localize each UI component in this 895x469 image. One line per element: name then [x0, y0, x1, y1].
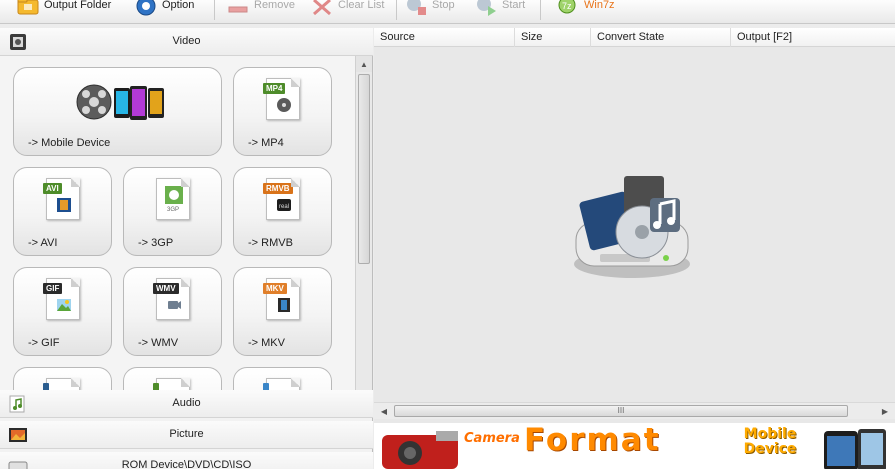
clear-list-icon [310, 0, 334, 16]
mkv-tag: MKV [263, 283, 287, 294]
tile-gif[interactable]: GIF -> GIF [13, 267, 112, 356]
main-toolbar: Output Folder Option Remove Clear List S… [0, 0, 895, 24]
category-rom-device[interactable]: ROM Device\DVD\CD\ISO [0, 452, 373, 469]
mp4-tag: MP4 [263, 83, 286, 94]
hscroll-thumb[interactable]: III [394, 405, 848, 417]
tile-mp4[interactable]: MP4 -> MP4 [233, 67, 332, 156]
phone-icon [822, 427, 888, 469]
column-output[interactable]: Output [F2] [731, 28, 895, 47]
start-label: Start [502, 0, 526, 11]
stop-label: Stop [432, 0, 455, 11]
win7z-icon: 7z [556, 0, 580, 16]
banner-camera-text: Camera [464, 431, 520, 446]
scroll-left-icon[interactable]: ◀ [376, 404, 392, 418]
tile-mp4-label: -> MP4 [248, 137, 284, 149]
avi-tag: AVI [43, 183, 62, 194]
start-icon [474, 0, 498, 16]
banner-mobile-text: Mobile Device [743, 426, 797, 457]
scroll-right-icon[interactable]: ▶ [877, 404, 893, 418]
column-size-label: Size [521, 31, 543, 43]
rmvb-file-icon: RMVB real [263, 178, 300, 220]
tile-avi-label: -> AVI [28, 237, 58, 249]
win7z-button[interactable]: 7z Win7z [556, 0, 615, 16]
banner-format-text: Format [524, 423, 661, 458]
category-scrollbar[interactable]: ▲ ▼ [355, 56, 372, 418]
3gp-file-icon: 3GP [156, 178, 190, 220]
remove-label: Remove [254, 0, 295, 11]
format-factory-logo [570, 174, 694, 286]
column-convert-state-label: Convert State [597, 31, 665, 43]
scrollbar-thumb[interactable] [358, 74, 370, 264]
output-folder-label: Output Folder [44, 0, 112, 11]
tile-rmvb[interactable]: RMVB real -> RMVB [233, 167, 332, 256]
output-folder-button[interactable]: Output Folder [16, 0, 111, 16]
column-source-label: Source [380, 31, 415, 43]
gear-icon [134, 0, 158, 16]
clear-list-label: Clear List [338, 0, 385, 11]
category-picture[interactable]: Picture [0, 421, 373, 449]
mkv-file-icon: MKV [263, 278, 300, 320]
tile-mobile-device[interactable]: -> Mobile Device [13, 67, 222, 156]
remove-button[interactable]: Remove [226, 0, 295, 16]
win7z-label: Win7z [584, 0, 615, 11]
wmv-file-icon: WMV [153, 278, 190, 320]
mobile-device-icon [74, 80, 170, 131]
tile-wmv[interactable]: WMV -> WMV [123, 267, 222, 356]
remove-icon [226, 0, 250, 16]
tile-3gp[interactable]: 3GP -> 3GP [123, 167, 222, 256]
start-button[interactable]: Start [474, 0, 525, 16]
option-button[interactable]: Option [134, 0, 194, 16]
toolbar-separator [540, 0, 541, 20]
toolbar-separator [396, 0, 397, 20]
column-source[interactable]: Source [374, 28, 515, 47]
category-picture-label: Picture [169, 428, 204, 440]
svg-text:7z: 7z [562, 1, 572, 11]
tile-3gp-label: -> 3GP [138, 237, 174, 249]
tile-mobile-device-label: -> Mobile Device [28, 137, 111, 149]
3gp-tag: 3GP [167, 207, 180, 213]
gif-file-icon: GIF [43, 278, 80, 320]
tile-gif-label: -> GIF [28, 337, 60, 349]
category-video-label: Video [172, 35, 201, 47]
category-rom-label: ROM Device\DVD\CD\ISO [121, 459, 252, 469]
file-list-panel: Source Size Convert State Output [F2] ◀ … [374, 28, 895, 469]
rmvb-tag: RMVB [263, 183, 293, 194]
gif-tag: GIF [43, 283, 63, 294]
video-format-grid: -> Mobile Device MP4 -> MP4 AVI -> AVI 3… [0, 56, 355, 418]
svg-text:real: real [279, 204, 289, 210]
category-panel: Video -> Mobile Device MP4 -> MP4 AVI ->… [0, 28, 373, 469]
folder-icon [16, 0, 40, 16]
toolbar-separator [214, 0, 215, 20]
tile-rmvb-label: -> RMVB [248, 237, 293, 249]
stop-icon [404, 0, 428, 16]
tile-mkv-label: -> MKV [248, 337, 285, 349]
option-label: Option [162, 0, 195, 11]
promo-banner[interactable]: Camera Format Mobile Device [374, 423, 895, 469]
scroll-up-icon[interactable]: ▲ [356, 56, 372, 72]
clear-list-button[interactable]: Clear List [310, 0, 384, 16]
avi-file-icon: AVI [43, 178, 80, 220]
tile-mkv[interactable]: MKV -> MKV [233, 267, 332, 356]
file-table-header: Source Size Convert State Output [F2] [374, 28, 895, 47]
category-audio-label: Audio [172, 397, 201, 409]
mp4-file-icon: MP4 [263, 78, 300, 120]
category-video[interactable]: Video [0, 28, 373, 56]
column-convert-state[interactable]: Convert State [591, 28, 731, 47]
wmv-tag: WMV [153, 283, 179, 294]
column-size[interactable]: Size [515, 28, 591, 47]
camera-icon [380, 427, 466, 469]
tile-wmv-label: -> WMV [138, 337, 179, 349]
category-audio[interactable]: Audio [0, 390, 373, 418]
stop-button[interactable]: Stop [404, 0, 455, 16]
tile-avi[interactable]: AVI -> AVI [13, 167, 112, 256]
file-list-hscrollbar[interactable]: ◀ III ▶ [374, 402, 895, 419]
column-output-label: Output [F2] [737, 31, 793, 43]
